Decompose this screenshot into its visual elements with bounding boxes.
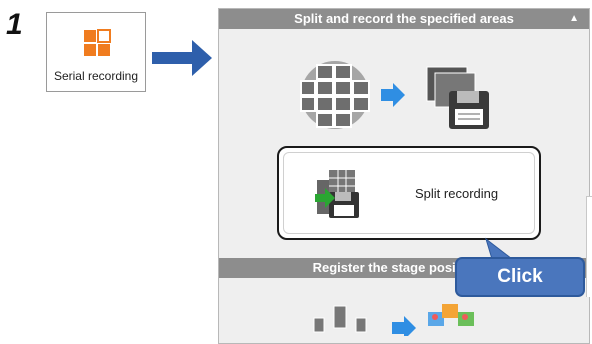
serial-recording-button[interactable]: Serial recording — [46, 12, 146, 92]
click-callout: Click — [455, 257, 585, 297]
split-recording-button[interactable]: Split recording — [277, 146, 541, 240]
right-arrow-icon — [152, 40, 212, 76]
step-number: 1 — [6, 8, 23, 41]
split-areas-illustration — [300, 61, 489, 129]
serial-recording-label: Serial recording — [53, 69, 139, 83]
split-recording-label: Split recording — [415, 186, 499, 201]
split-recording-icon — [315, 170, 359, 218]
section-title-split: Split and record the specified areas — [294, 11, 514, 26]
section-header-split[interactable]: Split and record the specified areas ▲ — [219, 9, 589, 29]
side-panel-edge — [586, 196, 592, 297]
collapse-icon[interactable]: ▲ — [569, 9, 579, 29]
serial-recording-icon — [84, 29, 111, 56]
stage-position-illustration — [313, 304, 474, 336]
